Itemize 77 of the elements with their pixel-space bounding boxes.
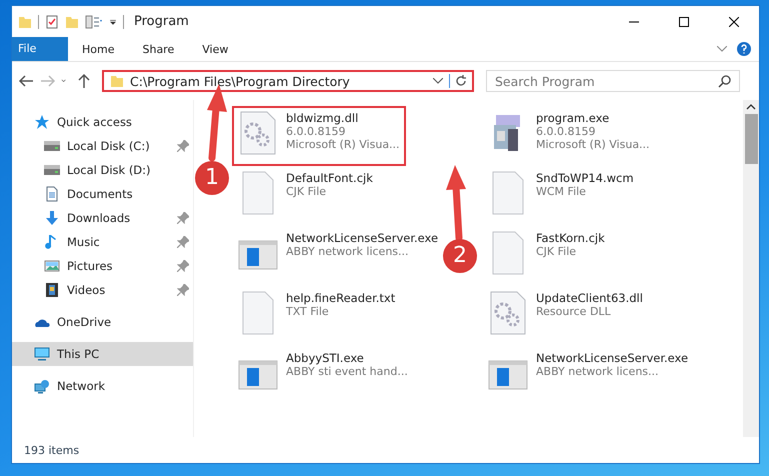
file-detail: ABBY network licens... xyxy=(286,245,410,258)
callout-number: 2 xyxy=(452,243,468,269)
file-item[interactable]: NetworkLicenseServer.exe ABBY network licens... xyxy=(482,346,694,406)
file-detail: ABBY sti event hand... xyxy=(286,365,408,378)
sidebar-item[interactable]: Quick access xyxy=(12,110,193,134)
pictures-icon xyxy=(44,258,60,274)
file-name: help.fineReader.txt xyxy=(286,291,396,305)
item-count: 193 items xyxy=(24,444,80,456)
properties-icon[interactable] xyxy=(45,14,59,28)
file-item[interactable]: UpdateClient63.dll Resource DLL xyxy=(482,286,649,346)
network-icon xyxy=(34,378,50,394)
sidebar-item[interactable]: Local Disk (C:) xyxy=(12,134,193,158)
ribbon-tab[interactable]: Share xyxy=(128,37,188,61)
address-bar[interactable]: C:\Program Files\Program Directory xyxy=(102,70,474,92)
dropdown-icon[interactable] xyxy=(433,78,443,84)
file-detail: WCM File xyxy=(536,185,587,198)
file-item[interactable]: NetworkLicenseServer.exe ABBY network licens... xyxy=(232,226,444,286)
download-icon xyxy=(44,210,60,226)
ribbon-tab[interactable]: View xyxy=(188,37,242,61)
sidebar-item[interactable]: OneDrive xyxy=(12,310,193,334)
file-name: NetworkLicenseServer.exe xyxy=(536,351,688,365)
file-name: NetworkLicenseServer.exe xyxy=(286,231,438,245)
file-detail: Microsoft (R) Visua... xyxy=(536,138,650,151)
file-detail: ABBY network licens... xyxy=(536,365,660,378)
file-name: SndToWP14.wcm xyxy=(536,171,634,185)
callout-number: 1 xyxy=(204,165,220,191)
file-item[interactable]: DefaultFont.cjk CJK File xyxy=(232,166,379,226)
star-icon xyxy=(34,114,50,130)
file-name: bldwizmg.dll xyxy=(286,111,360,125)
file-name: DefaultFont.cjk xyxy=(286,171,373,185)
maximize-icon xyxy=(679,16,689,26)
callout-badge xyxy=(195,161,229,195)
file-detail: Microsoft (R) Visua... xyxy=(286,138,400,151)
sidebar-item[interactable]: Pictures xyxy=(12,254,193,278)
file-detail: 6.0.0.8159 xyxy=(286,125,346,138)
folder-icon xyxy=(110,74,124,88)
file-name: AbbyySTI.exe xyxy=(286,351,365,365)
file-item[interactable]: help.fineReader.txt TXT File xyxy=(232,286,402,346)
file-detail: Resource DLL xyxy=(536,305,612,318)
scroll-thumb[interactable] xyxy=(744,114,758,164)
drive-icon xyxy=(44,162,60,178)
window-title: Program xyxy=(134,14,189,29)
expand-ribbon-icon[interactable] xyxy=(717,46,727,52)
file-item[interactable]: AbbyySTI.exe ABBY sti event hand... xyxy=(232,346,414,406)
sidebar-item[interactable]: Videos xyxy=(12,278,193,302)
file-name: FastKorn.cjk xyxy=(536,231,605,245)
search-field[interactable]: Search Program xyxy=(486,70,740,92)
close-icon xyxy=(729,16,739,26)
sidebar-item[interactable]: Network xyxy=(12,374,193,398)
sidebar-item[interactable]: Local Disk (D:) xyxy=(12,158,193,182)
search-icon xyxy=(718,74,732,88)
file-item[interactable]: program.exe 6.0.0.8159 Microsoft (R) Visua... xyxy=(482,106,656,166)
file-item[interactable]: SndToWP14.wcm WCM File xyxy=(482,166,640,226)
ribbon-tab[interactable]: Home xyxy=(68,37,128,61)
videos-icon xyxy=(44,282,60,298)
file-name: program.exe xyxy=(536,111,610,125)
file-detail: CJK File xyxy=(536,245,578,258)
help-icon[interactable] xyxy=(737,42,751,56)
file-detail: TXT File xyxy=(286,305,330,318)
settings-file-icon xyxy=(238,111,278,155)
settings-file-icon xyxy=(488,291,528,335)
view-icon[interactable] xyxy=(85,14,103,28)
file-name: UpdateClient63.dll xyxy=(536,291,643,305)
sidebar-item[interactable]: Downloads xyxy=(12,206,193,230)
scrollbar[interactable] xyxy=(743,100,759,437)
file-detail: 6.0.0.8159 xyxy=(536,125,596,138)
pc-icon xyxy=(34,346,50,362)
callout-badge xyxy=(443,239,477,273)
file-menu-button[interactable]: File xyxy=(12,37,68,61)
file-item[interactable]: FastKorn.cjk CJK File xyxy=(482,226,611,286)
sidebar-item[interactable]: Music xyxy=(12,230,193,254)
sidebar-item[interactable]: Documents xyxy=(12,182,193,206)
file-detail: CJK File xyxy=(286,185,328,198)
sidebar-item[interactable]: This PC xyxy=(12,342,193,366)
drive-icon xyxy=(44,138,60,154)
document-icon xyxy=(44,186,60,202)
file-item[interactable]: bldwizmg.dll 6.0.0.8159 Microsoft (R) Visua... xyxy=(232,106,406,166)
